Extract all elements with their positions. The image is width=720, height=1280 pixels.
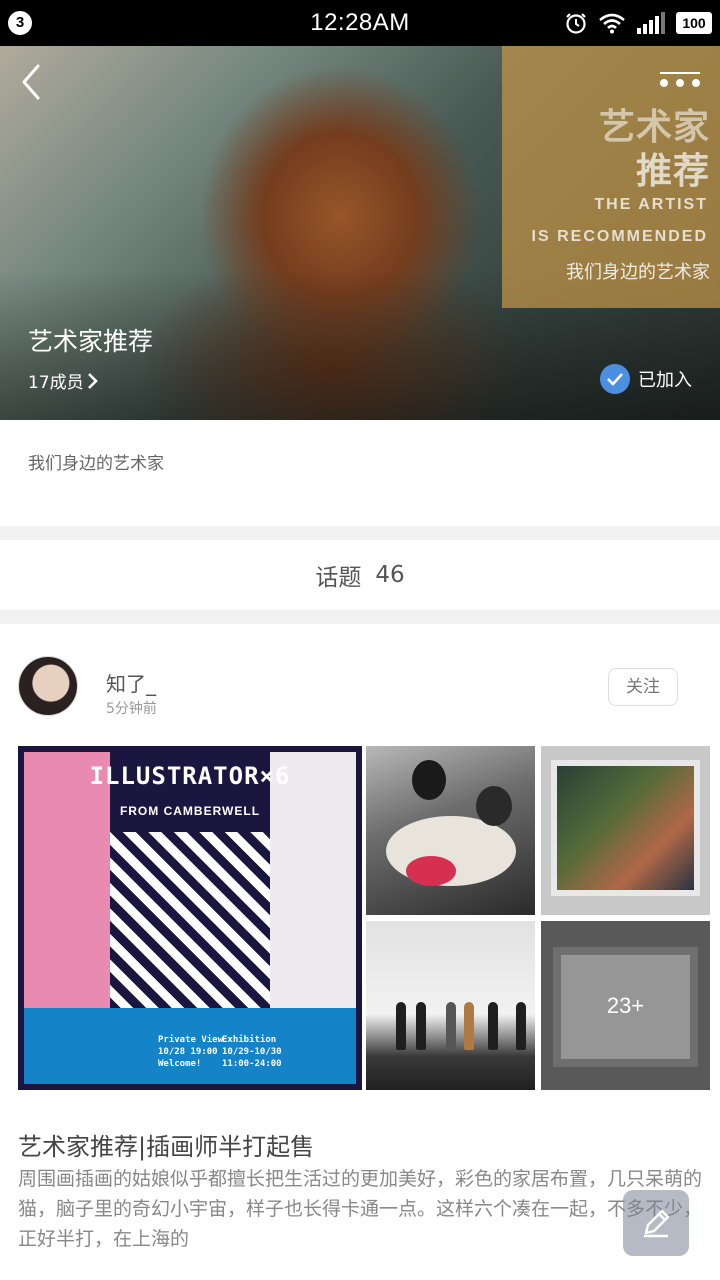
banner-line-4: IS RECOMMENDED bbox=[531, 228, 708, 245]
topics-header: 话题 46 bbox=[0, 540, 720, 610]
alarm-icon bbox=[566, 13, 586, 34]
poster-subtitle: FROM CAMBERWELL bbox=[119, 804, 261, 818]
poster-private-view: Private View 10/28 19:00 Welcome! bbox=[158, 1035, 224, 1069]
wifi-icon bbox=[599, 13, 625, 34]
post-image-painting[interactable] bbox=[541, 746, 710, 915]
post-image-gallery[interactable] bbox=[366, 921, 535, 1090]
group-cover-image: 艺术家 推荐 THE ARTIST IS RECOMMENDED 我们身边的艺术… bbox=[0, 46, 720, 420]
banner-line-2: 推荐 bbox=[635, 151, 710, 192]
post-time: 5分钟前 bbox=[106, 701, 157, 717]
compose-button[interactable] bbox=[623, 1190, 689, 1256]
more-dots-icon[interactable] bbox=[656, 70, 704, 90]
joined-label: 已加入 bbox=[638, 370, 692, 391]
more-images-count: 23+ bbox=[606, 992, 645, 1018]
members-link[interactable]: 17成员 bbox=[28, 368, 100, 393]
topics-count: 46 bbox=[375, 562, 405, 588]
battery-icon: 100 bbox=[676, 12, 712, 34]
signal-icon bbox=[637, 12, 665, 34]
joined-button[interactable]: 已加入 bbox=[600, 364, 692, 394]
poster-exhibition: Exhibition 10/29-10/30 11:00-24:00 bbox=[222, 1035, 282, 1069]
chevron-right-icon bbox=[87, 372, 98, 389]
post-image-more[interactable]: 23+ bbox=[541, 921, 710, 1090]
divider bbox=[0, 526, 720, 540]
check-icon bbox=[600, 364, 630, 394]
follow-button[interactable]: 关注 bbox=[608, 668, 678, 706]
pencil-icon bbox=[644, 1209, 670, 1238]
post-title[interactable]: 艺术家推荐|插画师半打起售 bbox=[18, 1127, 314, 1162]
divider bbox=[0, 610, 720, 624]
poster-title: ILLUSTRATOR×6 bbox=[89, 762, 291, 790]
author-name[interactable]: 知了_ bbox=[106, 668, 156, 697]
post-body[interactable]: 周围画插画的姑娘似乎都擅长把生活过的更加美好，彩色的家居布置，几只呆萌的猫，脑子… bbox=[18, 1164, 708, 1254]
banner-line-3: THE ARTIST bbox=[594, 196, 708, 213]
post-image-workshop[interactable] bbox=[366, 746, 535, 915]
status-bar: 3 12:28AM 100 bbox=[0, 0, 720, 46]
group-description: 我们身边的艺术家 bbox=[28, 454, 164, 474]
topics-label: 话题 bbox=[315, 565, 362, 591]
group-name: 艺术家推荐 bbox=[28, 327, 154, 356]
members-count: 17成员 bbox=[28, 373, 84, 393]
chevron-left-icon[interactable] bbox=[14, 60, 54, 104]
post-image-poster[interactable]: ILLUSTRATOR×6 FROM CAMBERWELL Private Vi… bbox=[18, 746, 362, 1090]
banner-line-5: 我们身边的艺术家 bbox=[566, 262, 710, 283]
avatar[interactable] bbox=[18, 656, 78, 716]
